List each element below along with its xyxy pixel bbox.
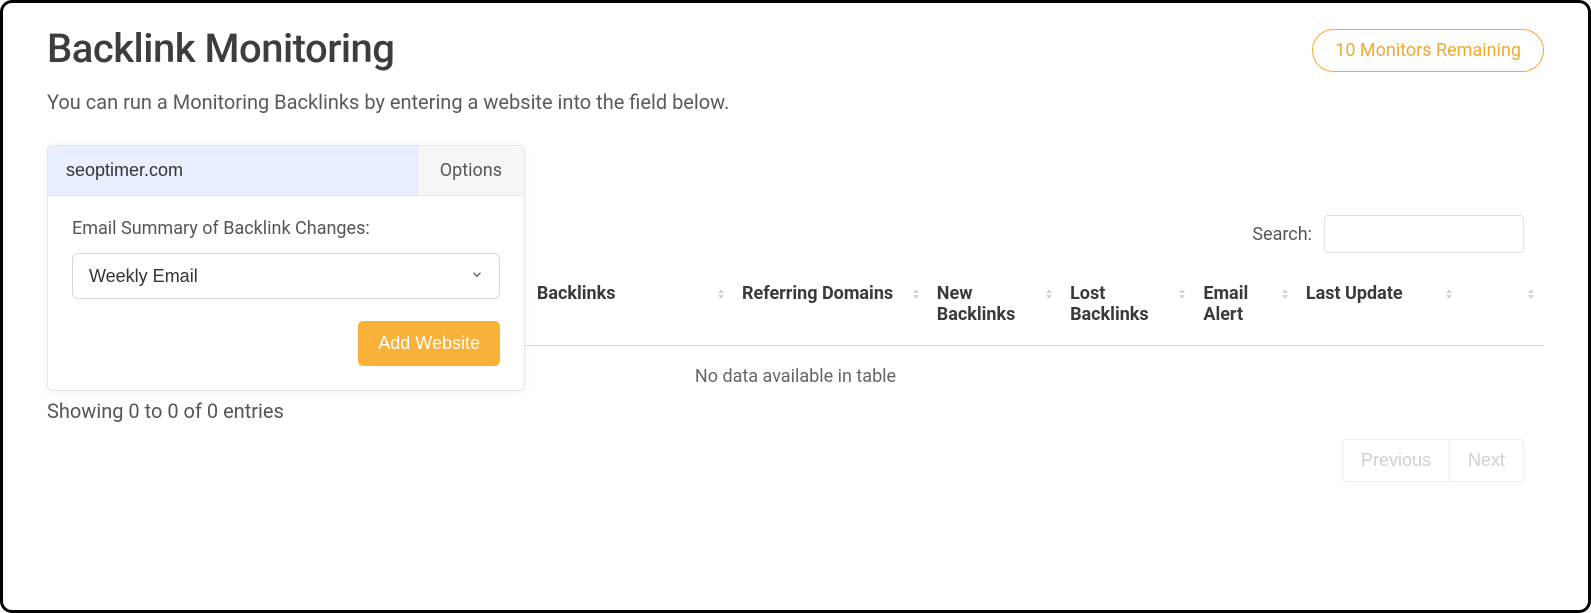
page-subtitle: You can run a Monitoring Backlinks by en… (47, 90, 1544, 114)
sort-icon (714, 285, 728, 303)
frequency-select[interactable]: Weekly Email (72, 253, 500, 299)
header-row: Backlink Monitoring 10 Monitors Remainin… (47, 25, 1544, 72)
column-header-last-update[interactable]: Last Update (1298, 271, 1462, 346)
panel-footer: Add Website (72, 321, 500, 366)
column-header-label: Last Update (1306, 283, 1403, 304)
table-info: Showing 0 to 0 of 0 entries (47, 399, 284, 423)
sort-icon (909, 285, 923, 303)
sort-icon (1175, 285, 1189, 303)
website-input[interactable] (48, 146, 417, 195)
column-header-actions[interactable] (1462, 271, 1544, 346)
panel-body: Email Summary of Backlink Changes: Weekl… (48, 196, 524, 390)
column-header-label: New Backlinks (937, 283, 1016, 325)
column-header-label: Lost Backlinks (1070, 283, 1149, 325)
column-header-referring-domains[interactable]: Referring Domains (734, 271, 929, 346)
search-label: Search: (1252, 224, 1312, 245)
sort-icon (1442, 285, 1456, 303)
monitors-remaining-badge: 10 Monitors Remaining (1312, 29, 1544, 72)
email-summary-label: Email Summary of Backlink Changes: (72, 218, 500, 239)
app-frame: Backlink Monitoring 10 Monitors Remainin… (0, 0, 1591, 613)
column-header-new-backlinks[interactable]: New Backlinks (929, 271, 1062, 346)
panel-tabs: Options (48, 146, 524, 196)
add-website-button[interactable]: Add Website (358, 321, 500, 366)
page-title: Backlink Monitoring (47, 25, 394, 72)
column-header-label: Backlinks (537, 283, 616, 304)
add-website-panel: Options Email Summary of Backlink Change… (47, 145, 525, 391)
sort-icon (1042, 285, 1056, 303)
column-header-email-alert[interactable]: Email Alert (1195, 271, 1298, 346)
pager: Previous Next (1342, 439, 1524, 482)
column-header-backlinks[interactable]: Backlinks (529, 271, 734, 346)
column-header-lost-backlinks[interactable]: Lost Backlinks (1062, 271, 1195, 346)
search-row: Search: (1252, 215, 1524, 253)
frequency-select-wrap: Weekly Email (72, 253, 500, 299)
options-tab[interactable]: Options (417, 146, 524, 195)
column-header-label: Email Alert (1203, 283, 1248, 325)
search-input[interactable] (1324, 215, 1524, 253)
column-header-label: Referring Domains (742, 283, 893, 304)
sort-icon (1278, 285, 1292, 303)
previous-button[interactable]: Previous (1343, 440, 1449, 481)
sort-icon (1524, 285, 1538, 303)
next-button[interactable]: Next (1449, 440, 1523, 481)
